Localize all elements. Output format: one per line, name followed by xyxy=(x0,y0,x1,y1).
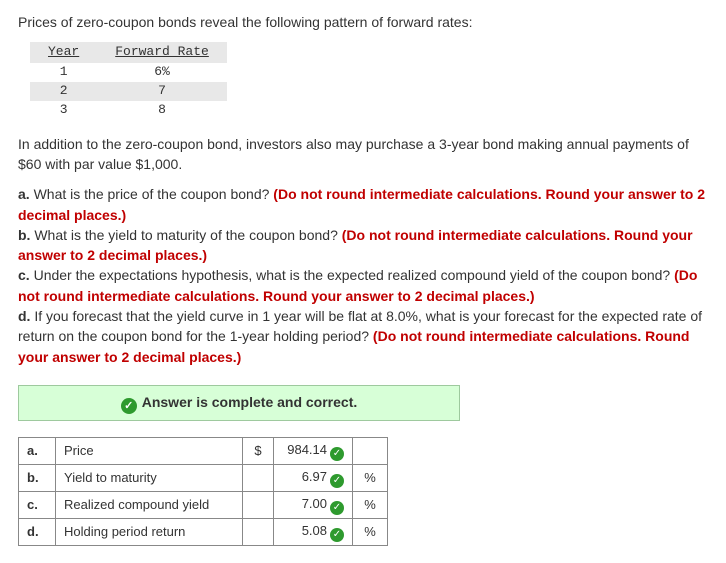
ans-dollar xyxy=(243,518,274,545)
correct-banner: ✓ Answer is complete and correct. xyxy=(18,385,460,421)
ans-dollar xyxy=(243,464,274,491)
fwd-year: 1 xyxy=(30,63,97,82)
ans-value: 5.08 xyxy=(302,523,327,538)
table-row: 2 7 xyxy=(30,82,227,101)
table-row: d. Holding period return 5.08✓ % xyxy=(19,518,388,545)
q-a-label: a. xyxy=(18,186,30,202)
fwd-year: 2 xyxy=(30,82,97,101)
table-row: 3 8 xyxy=(30,101,227,120)
ans-label: a. xyxy=(19,437,56,464)
answer-table: a. Price $ 984.14✓ b. Yield to maturity … xyxy=(18,437,388,546)
ans-label: c. xyxy=(19,491,56,518)
ans-dollar xyxy=(243,491,274,518)
ans-unit: % xyxy=(353,491,388,518)
check-icon: ✓ xyxy=(330,447,344,461)
fwd-header-rate: Forward Rate xyxy=(97,42,227,63)
fwd-header-year: Year xyxy=(30,42,97,63)
forward-rate-table: Year Forward Rate 1 6% 2 7 3 8 xyxy=(30,42,227,119)
q-d-label: d. xyxy=(18,308,30,324)
intro-text: Prices of zero-coupon bonds reveal the f… xyxy=(18,12,708,32)
ans-value-cell: 6.97✓ xyxy=(274,464,353,491)
intro2-text: In addition to the zero-coupon bond, inv… xyxy=(18,134,708,175)
ans-dollar: $ xyxy=(243,437,274,464)
ans-value: 6.97 xyxy=(302,469,327,484)
ans-desc: Yield to maturity xyxy=(56,464,243,491)
ans-value-cell: 984.14✓ xyxy=(274,437,353,464)
banner-text: Answer is complete and correct. xyxy=(142,394,358,410)
fwd-rate: 6% xyxy=(97,63,227,82)
q-b-label: b. xyxy=(18,227,30,243)
q-b-text: What is the yield to maturity of the cou… xyxy=(30,227,341,243)
q-c-label: c. xyxy=(18,267,30,283)
check-icon: ✓ xyxy=(121,398,137,414)
ans-value-cell: 5.08✓ xyxy=(274,518,353,545)
table-row: c. Realized compound yield 7.00✓ % xyxy=(19,491,388,518)
ans-label: b. xyxy=(19,464,56,491)
table-row: 1 6% xyxy=(30,63,227,82)
fwd-year: 3 xyxy=(30,101,97,120)
ans-desc: Realized compound yield xyxy=(56,491,243,518)
ans-value-cell: 7.00✓ xyxy=(274,491,353,518)
table-row: a. Price $ 984.14✓ xyxy=(19,437,388,464)
check-icon: ✓ xyxy=(330,528,344,542)
ans-unit: % xyxy=(353,518,388,545)
ans-label: d. xyxy=(19,518,56,545)
q-c-text: Under the expectations hypothesis, what … xyxy=(30,267,674,283)
ans-unit xyxy=(353,437,388,464)
check-icon: ✓ xyxy=(330,474,344,488)
ans-desc: Price xyxy=(56,437,243,464)
check-icon: ✓ xyxy=(330,501,344,515)
table-row: b. Yield to maturity 6.97✓ % xyxy=(19,464,388,491)
ans-value: 7.00 xyxy=(302,496,327,511)
ans-value: 984.14 xyxy=(287,442,327,457)
questions: a. What is the price of the coupon bond?… xyxy=(18,184,708,367)
ans-unit: % xyxy=(353,464,388,491)
ans-desc: Holding period return xyxy=(56,518,243,545)
fwd-rate: 7 xyxy=(97,82,227,101)
fwd-rate: 8 xyxy=(97,101,227,120)
q-a-text: What is the price of the coupon bond? xyxy=(30,186,274,202)
